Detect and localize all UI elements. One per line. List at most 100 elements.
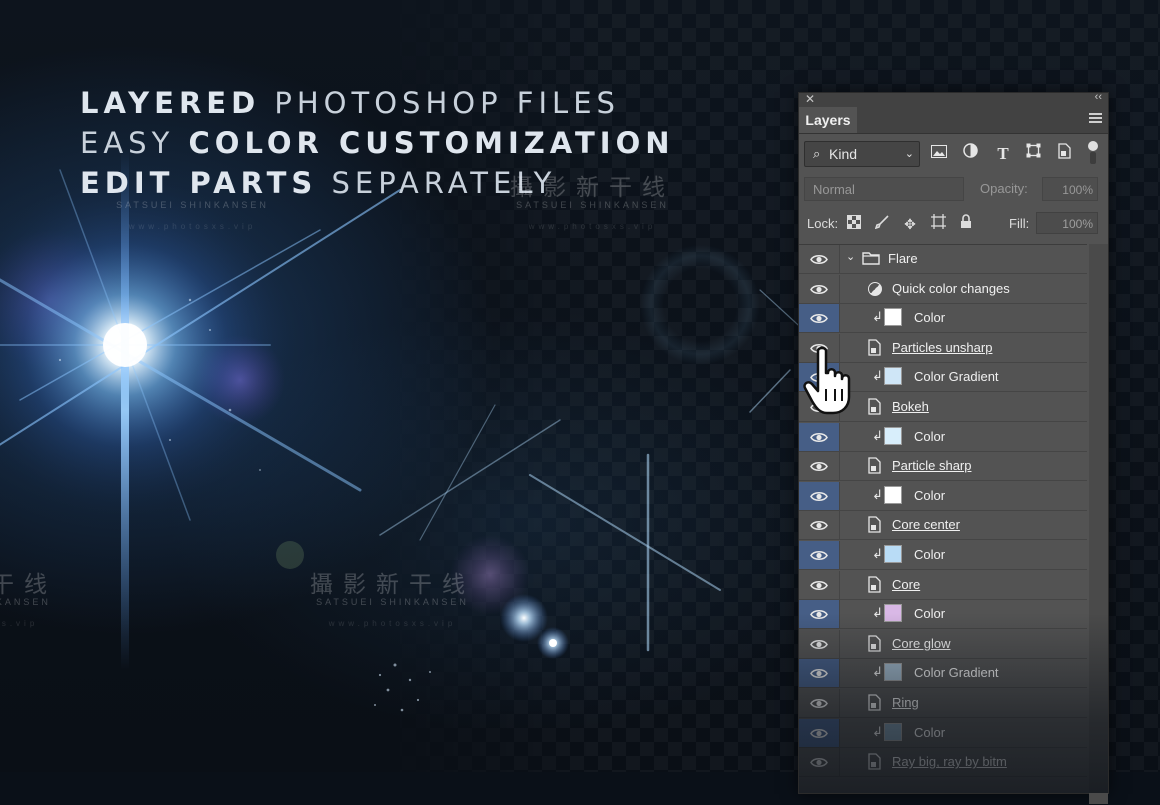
layer-content: ⌄ Flare bbox=[840, 245, 1087, 273]
collapse-icon[interactable]: ‹‹ bbox=[1095, 91, 1102, 103]
watermark-english: SATSUEI SHINKANSEN bbox=[316, 597, 469, 607]
lock-image-pixels-icon[interactable] bbox=[872, 214, 892, 234]
layer-content: Core bbox=[840, 571, 1087, 599]
color-fill-swatch[interactable] bbox=[884, 308, 902, 327]
flare-ray bbox=[529, 474, 721, 591]
color-fill-swatch[interactable] bbox=[884, 604, 902, 623]
layer-content: ↲ Color bbox=[840, 600, 1087, 628]
layer-name: Core glow bbox=[892, 635, 951, 651]
layer-row[interactable]: Particle sharp bbox=[799, 452, 1087, 482]
watermark: 攝影新干线 SATSUEI SHINKANSEN www.photosxs.vi… bbox=[110, 168, 275, 231]
layer-row[interactable]: ↲ Color bbox=[799, 718, 1087, 748]
visibility-toggle[interactable] bbox=[799, 511, 840, 540]
clipping-mask-arrow-icon: ↲ bbox=[872, 605, 883, 621]
color-fill-swatch[interactable] bbox=[884, 545, 902, 563]
layer-row[interactable]: ↲ Color bbox=[799, 422, 1087, 452]
panel-tab-row: Layers bbox=[799, 107, 1108, 134]
layer-row[interactable]: ⌄ Flare bbox=[799, 245, 1087, 274]
color-fill-swatch[interactable] bbox=[884, 367, 902, 386]
panel-menu-icon[interactable] bbox=[1089, 113, 1102, 125]
watermark-english: SATSUEI SHINKANSEN bbox=[116, 200, 269, 210]
hand-pointer-cursor-icon bbox=[803, 346, 851, 415]
watermark-url: www.photosxs.vip bbox=[0, 619, 39, 628]
visibility-toggle[interactable] bbox=[799, 541, 840, 569]
filter-kind-select[interactable]: ⌕ Kind ⌄ bbox=[804, 141, 920, 167]
lock-all-icon[interactable] bbox=[956, 214, 976, 234]
visibility-toggle[interactable] bbox=[799, 659, 840, 688]
visibility-toggle[interactable] bbox=[799, 570, 840, 599]
panel-titlebar: ✕ ‹‹ bbox=[799, 91, 1108, 107]
expand-chevron-icon[interactable]: ⌄ bbox=[846, 250, 855, 263]
visibility-toggle[interactable] bbox=[799, 274, 840, 303]
close-icon[interactable]: ✕ bbox=[805, 92, 815, 106]
visibility-toggle[interactable] bbox=[799, 452, 840, 481]
layer-row[interactable]: Ring bbox=[799, 689, 1087, 718]
eye-icon bbox=[810, 550, 828, 561]
visibility-toggle[interactable] bbox=[799, 718, 840, 747]
fill-input[interactable]: 100% bbox=[1036, 212, 1098, 234]
blend-mode-select[interactable]: Normal bbox=[804, 177, 964, 201]
type-layer-filter-icon[interactable]: T bbox=[992, 143, 1014, 165]
color-fill-swatch[interactable] bbox=[884, 663, 902, 682]
layer-row[interactable]: ↲ Color bbox=[799, 600, 1087, 630]
color-fill-swatch[interactable] bbox=[884, 426, 902, 445]
layer-row[interactable]: Quick color changes bbox=[799, 274, 1087, 304]
visibility-toggle[interactable] bbox=[799, 689, 840, 717]
layer-name: Color bbox=[914, 547, 946, 562]
layer-row[interactable]: Ray big, ray by bitm bbox=[799, 748, 1087, 778]
headline-line-1: LAYERED PHOTOSHOP FILES bbox=[80, 86, 620, 120]
shape-layer-filter-icon[interactable] bbox=[1022, 143, 1044, 165]
eye-icon bbox=[810, 610, 828, 620]
flare-core-center bbox=[103, 323, 147, 367]
tab-layers[interactable]: Layers bbox=[799, 107, 857, 133]
eye-icon bbox=[810, 580, 828, 590]
flare-ring bbox=[640, 245, 760, 365]
panel-scrollbar[interactable] bbox=[1089, 244, 1108, 804]
smart-object-filter-icon[interactable] bbox=[1053, 143, 1075, 165]
visibility-toggle[interactable] bbox=[799, 481, 840, 510]
layer-row[interactable]: ↲ Color bbox=[799, 541, 1087, 570]
headline-bold: LAYERED bbox=[80, 86, 261, 120]
clipping-mask-arrow-icon: ↲ bbox=[872, 546, 883, 561]
pixel-layer-filter-icon[interactable] bbox=[928, 143, 950, 165]
visibility-toggle[interactable] bbox=[799, 600, 840, 629]
folder-icon bbox=[862, 252, 880, 265]
smart-object-icon bbox=[868, 457, 881, 474]
layer-name: Flare bbox=[888, 251, 918, 266]
layer-row[interactable]: Core bbox=[799, 570, 1087, 600]
filter-kind-label: Kind bbox=[829, 146, 858, 162]
opacity-input[interactable]: 100% bbox=[1042, 177, 1098, 201]
color-fill-swatch[interactable] bbox=[884, 722, 902, 741]
lock-transparent-pixels-icon[interactable] bbox=[844, 214, 864, 234]
watermark: 攝影新干线 SATSUEI SHINKANSEN www.photosxs.vi… bbox=[510, 168, 675, 231]
lock-artboard-icon[interactable] bbox=[928, 214, 948, 234]
layer-name: Core center bbox=[892, 517, 960, 533]
filter-toggle-switch[interactable] bbox=[1088, 141, 1098, 165]
visibility-toggle[interactable] bbox=[799, 304, 840, 333]
small-star-core bbox=[549, 639, 557, 647]
layer-row[interactable]: ↲ Color Gradient bbox=[799, 659, 1087, 689]
clipping-mask-arrow-icon: ↲ bbox=[872, 368, 883, 384]
layer-content: Particles unsharp bbox=[840, 334, 1087, 362]
layer-name: Bokeh bbox=[892, 399, 929, 414]
visibility-toggle[interactable] bbox=[799, 245, 840, 273]
visibility-toggle[interactable] bbox=[799, 629, 840, 658]
headline-light: PHOTOSHOP FILES bbox=[260, 86, 620, 120]
watermark: 攝影新干线 SATSUEI SHINKANSEN www.photosxs.vi… bbox=[0, 565, 57, 628]
adjustment-layer-filter-icon[interactable] bbox=[959, 143, 981, 165]
layer-row[interactable]: ↲ Color bbox=[799, 304, 1087, 334]
layer-name: Color bbox=[914, 724, 946, 740]
layer-name: Color bbox=[914, 487, 946, 503]
smart-object-icon bbox=[868, 753, 881, 770]
flare-ray bbox=[749, 369, 791, 413]
lock-row: Lock: ✥ Fill: 100% bbox=[804, 211, 1100, 237]
visibility-toggle[interactable] bbox=[799, 422, 840, 451]
layer-row[interactable]: ↲ Color bbox=[799, 481, 1087, 511]
layer-row[interactable]: Core glow bbox=[799, 629, 1087, 659]
layer-name: Color Gradient bbox=[914, 665, 999, 681]
layer-name: Color Gradient bbox=[914, 369, 999, 385]
lock-position-icon[interactable]: ✥ bbox=[900, 214, 920, 234]
layer-name: Color bbox=[914, 310, 946, 326]
layer-row[interactable]: Core center bbox=[799, 511, 1087, 541]
color-fill-swatch[interactable] bbox=[884, 485, 902, 504]
